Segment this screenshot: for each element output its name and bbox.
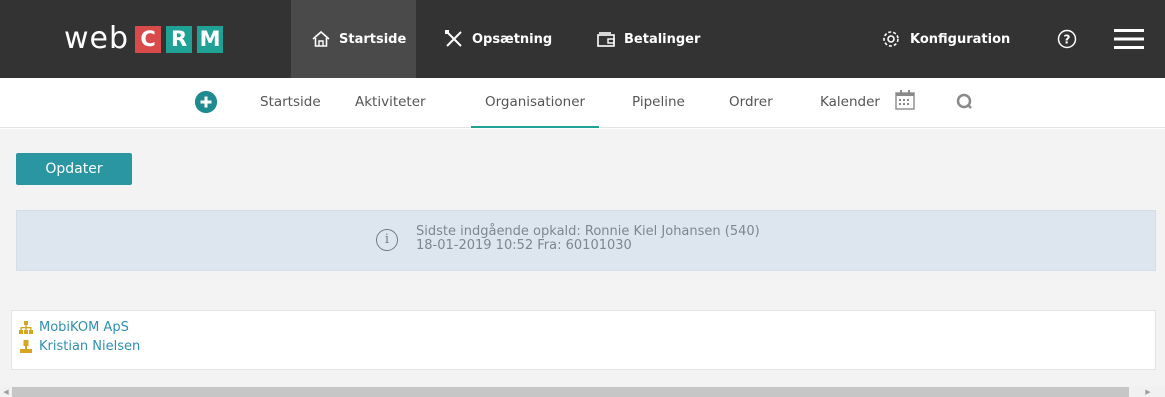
help-icon: ? — [1057, 29, 1077, 49]
topnav-betalinger-label: Betalinger — [624, 31, 701, 47]
tab-startside[interactable]: Startside — [260, 78, 321, 128]
last-call-details: 18-01-2019 10:52 Fra: 60101030 — [416, 238, 632, 253]
logo-c-box: C — [135, 25, 162, 53]
scroll-left-arrow-icon[interactable]: ◀ — [1, 387, 11, 397]
scroll-thumb[interactable] — [12, 387, 1129, 397]
topnav-konfiguration[interactable]: Konfiguration — [880, 0, 1010, 78]
hamburger-menu-icon — [1114, 29, 1144, 49]
tab-organisationer[interactable]: Organisationer — [471, 78, 599, 128]
organization-icon — [19, 321, 33, 334]
person-link[interactable]: Kristian Nielsen — [19, 339, 140, 354]
logo-web-text: web — [64, 21, 130, 56]
tools-icon — [445, 30, 462, 47]
organization-link-label: MobiKOM ApS — [39, 320, 129, 335]
tab-aktiviteter[interactable]: Aktiviteter — [355, 78, 426, 128]
topnav-konfiguration-label: Konfiguration — [910, 31, 1011, 47]
tab-kalender[interactable]: Kalender — [820, 78, 880, 128]
topnav-opsaetning[interactable]: Opsætning — [444, 0, 552, 78]
scroll-right-arrow-icon[interactable]: ▶ — [1143, 387, 1153, 397]
logo-r-box: R — [166, 25, 193, 53]
search-icon — [956, 93, 972, 109]
help-button[interactable]: ? — [1055, 0, 1079, 78]
gear-icon — [883, 31, 899, 47]
plus-circle-icon — [195, 91, 217, 113]
webcrm-logo[interactable]: web C R M — [64, 22, 228, 56]
svg-text:?: ? — [1064, 33, 1071, 47]
calendar-icon — [894, 89, 916, 115]
results-panel — [11, 310, 1156, 370]
search-button[interactable] — [956, 93, 974, 115]
topnav-betalinger[interactable]: Betalinger — [596, 0, 700, 78]
wallet-icon — [597, 32, 615, 47]
info-icon: i — [376, 229, 398, 251]
tab-kalender-label: Kalender — [820, 94, 880, 110]
home-icon — [312, 30, 330, 47]
tab-pipeline[interactable]: Pipeline — [632, 78, 685, 128]
topnav-startside-label: Startside — [339, 31, 407, 47]
tab-ordrer[interactable]: Ordrer — [729, 78, 773, 128]
organization-link[interactable]: MobiKOM ApS — [19, 320, 129, 335]
person-link-label: Kristian Nielsen — [39, 339, 141, 354]
add-button[interactable] — [195, 91, 217, 113]
update-button[interactable]: Opdater — [16, 153, 132, 185]
person-icon — [20, 340, 32, 353]
menu-button[interactable] — [1112, 0, 1146, 78]
topnav-startside[interactable]: Startside — [291, 0, 416, 78]
topnav-opsaetning-label: Opsætning — [472, 31, 553, 47]
logo-m-box: M — [197, 25, 224, 53]
